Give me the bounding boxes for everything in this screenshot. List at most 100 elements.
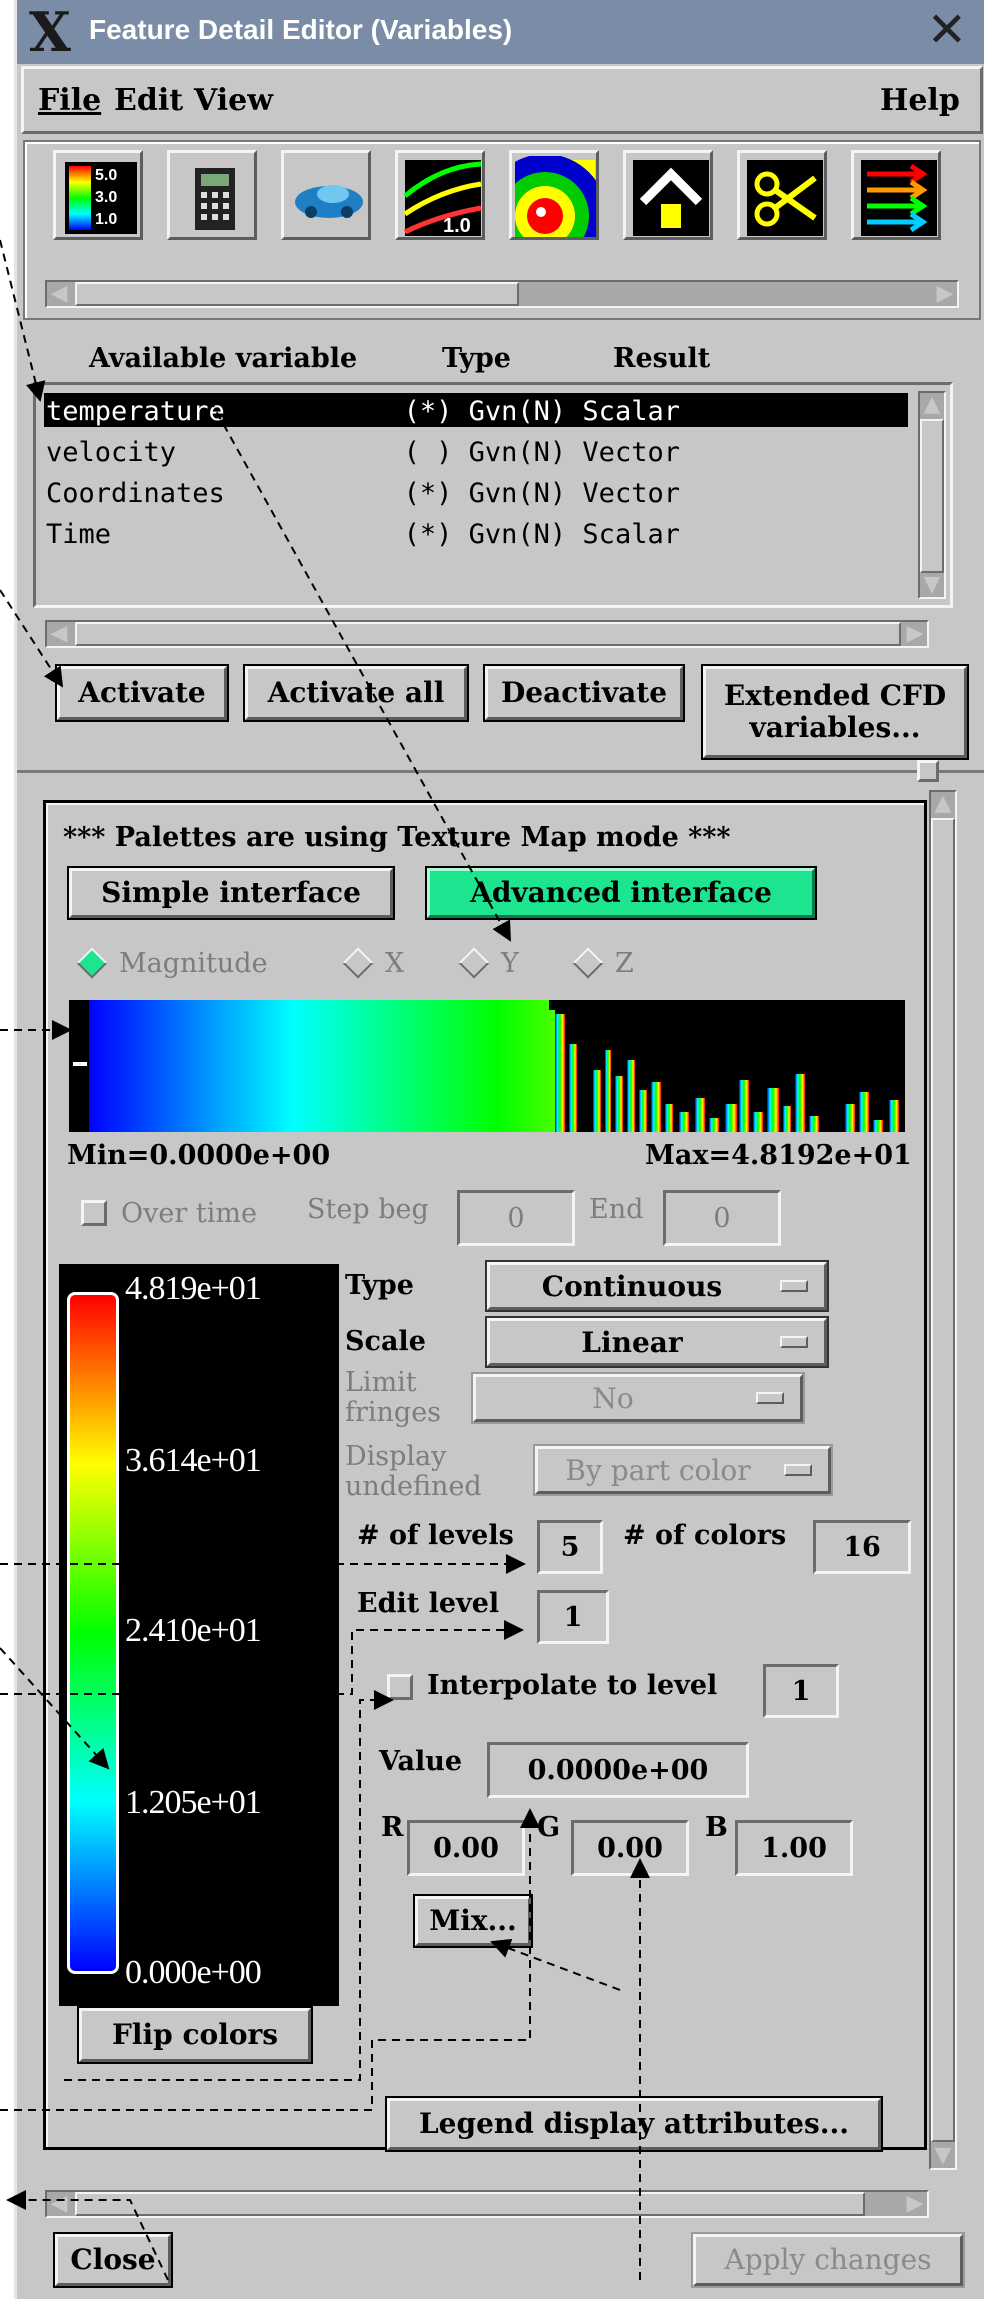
legend-icon-value-1: 1.0 — [95, 211, 117, 228]
x-logo-icon: X — [29, 0, 71, 64]
deactivate-button[interactable]: Deactivate — [483, 664, 685, 722]
scale-value: Linear — [581, 1325, 683, 1359]
colors-field[interactable]: 16 — [813, 1520, 911, 1574]
menu-help[interactable]: Help — [880, 83, 960, 118]
display-undefined-label-2: undefined — [345, 1471, 482, 1502]
close-button[interactable]: Close — [53, 2232, 173, 2288]
scroll-up-icon[interactable]: ▲ — [920, 393, 944, 417]
car-model-icon[interactable] — [281, 150, 371, 240]
g-field[interactable]: 0.00 — [571, 1820, 689, 1876]
histogram-left-marker[interactable] — [69, 1000, 89, 1132]
histogram-colorbar[interactable] — [69, 1000, 905, 1132]
limit-fringes-dropdown[interactable]: No — [471, 1372, 805, 1424]
contour-icon-value: 1.0 — [443, 215, 471, 237]
scroll-left-icon[interactable]: ◀ — [47, 622, 71, 646]
palette-hthumb[interactable] — [75, 2192, 865, 2216]
interpolate-level-field[interactable]: 1 — [763, 1664, 839, 1718]
interpolate-checkbox[interactable] — [387, 1674, 413, 1700]
display-undefined-label-1: Display — [345, 1441, 447, 1472]
menu-edit[interactable]: Edit — [114, 83, 183, 118]
sphere-isosurface-icon[interactable] — [509, 150, 599, 240]
apply-changes-button[interactable]: Apply changes — [691, 2232, 965, 2288]
variable-row-temperature[interactable]: temperature (*) Gvn(N) Scalar — [46, 396, 680, 427]
mix-button[interactable]: Mix... — [413, 1894, 533, 1948]
close-window-icon[interactable]: ✕ — [927, 2, 967, 58]
y-label: Y — [501, 948, 519, 979]
end-field[interactable]: 0 — [663, 1190, 781, 1246]
legend-tick-1: 1.205e+01 — [125, 1784, 262, 1821]
scroll-left-icon[interactable]: ◀ — [47, 2192, 71, 2216]
limit-fringes-value: No — [592, 1381, 634, 1415]
scroll-down-icon[interactable]: ▼ — [920, 573, 944, 597]
variable-list-vthumb[interactable] — [920, 419, 944, 573]
b-field[interactable]: 1.00 — [735, 1820, 853, 1876]
x-label: X — [385, 948, 405, 979]
legend-tick-2: 2.410e+01 — [125, 1612, 262, 1649]
variable-list-hscrollbar[interactable]: ◀ ▶ — [45, 620, 929, 648]
calculator-icon[interactable] — [167, 150, 257, 240]
arrow-house-icon[interactable] — [623, 150, 713, 240]
interpolate-label: Interpolate to level — [427, 1670, 718, 1701]
scroll-down-icon[interactable]: ▼ — [931, 2144, 955, 2168]
value-field[interactable]: 0.0000e+00 — [487, 1742, 749, 1798]
advanced-interface-button[interactable]: Advanced interface — [425, 866, 817, 920]
legend-icon-value-3: 3.0 — [95, 189, 117, 206]
legend-icon-value-5: 5.0 — [95, 167, 117, 184]
edit-level-field[interactable]: 1 — [537, 1590, 609, 1644]
r-field[interactable]: 0.00 — [407, 1820, 525, 1876]
variable-list-vscrollbar[interactable]: ▲ ▼ — [918, 391, 946, 599]
scroll-up-icon[interactable]: ▲ — [931, 792, 955, 816]
contour-icon[interactable]: 1.0 — [395, 150, 485, 240]
end-label: End — [589, 1194, 644, 1225]
toolbar-scrollbar[interactable]: ◀ ▶ — [45, 280, 959, 308]
scroll-left-icon[interactable]: ◀ — [47, 282, 71, 306]
extended-cfd-variables-button[interactable]: Extended CFD variables... — [701, 664, 969, 760]
histogram-min: Min=0.0000e+00 — [67, 1140, 331, 1171]
variable-row-coordinates[interactable]: Coordinates (*) Gvn(N) Vector — [46, 478, 680, 509]
histogram-max: Max=4.8192e+01 — [645, 1140, 912, 1171]
scale-dropdown[interactable]: Linear — [485, 1316, 829, 1368]
step-beg-label: Step beg — [307, 1194, 429, 1225]
z-label: Z — [615, 948, 634, 979]
legend-tick-3: 3.614e+01 — [125, 1442, 262, 1479]
scroll-right-icon[interactable]: ▶ — [933, 282, 957, 306]
levels-label: # of levels — [357, 1520, 514, 1551]
scissors-icon[interactable] — [737, 150, 827, 240]
vector-arrows-icon[interactable] — [851, 150, 941, 240]
extended-cfd-line1: Extended CFD — [723, 679, 947, 712]
legend-tick-max: 4.819e+01 — [125, 1270, 262, 1307]
activate-button[interactable]: Activate — [55, 664, 229, 722]
title-bar[interactable]: X Feature Detail Editor (Variables) ✕ — [17, 0, 984, 64]
simple-interface-button[interactable]: Simple interface — [67, 866, 395, 920]
palette-vscrollbar[interactable]: ▲ ▼ — [929, 790, 957, 2170]
display-undefined-dropdown[interactable]: By part color — [533, 1444, 833, 1496]
variable-list-hthumb[interactable] — [75, 622, 901, 646]
variable-row-velocity[interactable]: velocity ( ) Gvn(N) Vector — [46, 437, 680, 468]
activate-all-button[interactable]: Activate all — [243, 664, 469, 722]
pane-sash-handle[interactable] — [917, 760, 939, 782]
variable-row-time[interactable]: Time (*) Gvn(N) Scalar — [46, 519, 680, 550]
scroll-right-icon[interactable]: ▶ — [903, 622, 927, 646]
limit-fringes-label-2: fringes — [345, 1397, 442, 1428]
histogram-svg — [89, 1000, 905, 1132]
menu-file[interactable]: File — [38, 83, 101, 118]
over-time-checkbox[interactable] — [81, 1200, 107, 1226]
type-dropdown[interactable]: Continuous — [485, 1260, 829, 1312]
dropdown-indicator-icon — [784, 1464, 812, 1476]
menu-view[interactable]: View — [194, 83, 273, 118]
toolbar-scroll-thumb[interactable] — [75, 282, 519, 306]
legend-gradient-bar[interactable] — [67, 1292, 119, 1974]
flip-colors-button[interactable]: Flip colors — [77, 2006, 313, 2064]
feature-detail-editor-window: X Feature Detail Editor (Variables) ✕ Fi… — [14, 0, 984, 2299]
legend-display-attributes-button[interactable]: Legend display attributes... — [385, 2096, 883, 2152]
texture-map-notice: *** Palettes are using Texture Map mode … — [63, 822, 731, 853]
dropdown-indicator-icon — [780, 1280, 808, 1292]
step-beg-field[interactable]: 0 — [457, 1190, 575, 1246]
palette-vthumb[interactable] — [931, 818, 955, 2142]
variable-list: temperature (*) Gvn(N) Scalar velocity (… — [33, 382, 953, 608]
palette-hscrollbar[interactable]: ◀ ▶ — [45, 2190, 929, 2218]
scroll-right-icon[interactable]: ▶ — [903, 2192, 927, 2216]
levels-field[interactable]: 5 — [537, 1520, 603, 1574]
color-legend-icon[interactable]: 5.0 3.0 1.0 — [53, 150, 143, 240]
over-time-label: Over time — [121, 1198, 257, 1229]
